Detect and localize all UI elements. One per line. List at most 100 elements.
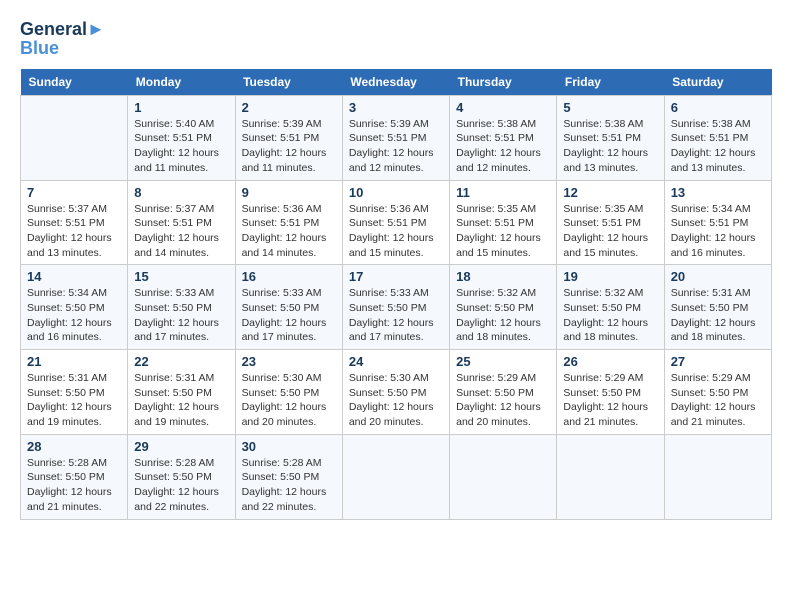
day-number: 21: [27, 354, 121, 369]
day-info: Sunrise: 5:34 AM Sunset: 5:51 PM Dayligh…: [671, 202, 765, 261]
day-number: 7: [27, 185, 121, 200]
day-number: 8: [134, 185, 228, 200]
logo-text: General►: [20, 20, 105, 40]
calendar-cell: [450, 434, 557, 519]
day-info: Sunrise: 5:30 AM Sunset: 5:50 PM Dayligh…: [242, 371, 336, 430]
day-info: Sunrise: 5:30 AM Sunset: 5:50 PM Dayligh…: [349, 371, 443, 430]
day-info: Sunrise: 5:38 AM Sunset: 5:51 PM Dayligh…: [671, 117, 765, 176]
calendar-cell: 24 Sunrise: 5:30 AM Sunset: 5:50 PM Dayli…: [342, 350, 449, 435]
calendar-cell: 7Sunrise: 5:37 AM Sunset: 5:51 PM Daylig…: [21, 180, 128, 265]
calendar-cell: 5 Sunrise: 5:38 AM Sunset: 5:51 PM Daylig…: [557, 95, 664, 180]
day-info: Sunrise: 5:28 AM Sunset: 5:50 PM Dayligh…: [134, 456, 228, 515]
day-info: Sunrise: 5:28 AM Sunset: 5:50 PM Dayligh…: [27, 456, 121, 515]
day-info: Sunrise: 5:35 AM Sunset: 5:51 PM Dayligh…: [563, 202, 657, 261]
day-number: 2: [242, 100, 336, 115]
day-info: Sunrise: 5:29 AM Sunset: 5:50 PM Dayligh…: [671, 371, 765, 430]
calendar-cell: 1 Sunrise: 5:40 AM Sunset: 5:51 PM Daylig…: [128, 95, 235, 180]
calendar-header-friday: Friday: [557, 69, 664, 96]
calendar-cell: 26Sunrise: 5:29 AM Sunset: 5:50 PM Dayli…: [557, 350, 664, 435]
calendar-header-row: SundayMondayTuesdayWednesdayThursdayFrid…: [21, 69, 772, 96]
day-number: 5: [563, 100, 657, 115]
day-info: Sunrise: 5:38 AM Sunset: 5:51 PM Dayligh…: [456, 117, 550, 176]
day-number: 24: [349, 354, 443, 369]
calendar-cell: 23Sunrise: 5:30 AM Sunset: 5:50 PM Dayli…: [235, 350, 342, 435]
day-number: 16: [242, 269, 336, 284]
day-number: 19: [563, 269, 657, 284]
calendar-cell: 30 Sunrise: 5:28 AM Sunset: 5:50 PM Dayli…: [235, 434, 342, 519]
calendar-week-row: 14Sunrise: 5:34 AM Sunset: 5:50 PM Dayli…: [21, 265, 772, 350]
calendar-cell: 12 Sunrise: 5:35 AM Sunset: 5:51 PM Dayli…: [557, 180, 664, 265]
logo-blue: Blue: [20, 38, 105, 59]
calendar-cell: 9 Sunrise: 5:36 AM Sunset: 5:51 PM Daylig…: [235, 180, 342, 265]
calendar-cell: 25Sunrise: 5:29 AM Sunset: 5:50 PM Dayli…: [450, 350, 557, 435]
calendar-cell: 4Sunrise: 5:38 AM Sunset: 5:51 PM Daylig…: [450, 95, 557, 180]
calendar-cell: 19 Sunrise: 5:32 AM Sunset: 5:50 PM Dayli…: [557, 265, 664, 350]
day-info: Sunrise: 5:39 AM Sunset: 5:51 PM Dayligh…: [349, 117, 443, 176]
day-number: 10: [349, 185, 443, 200]
day-info: Sunrise: 5:31 AM Sunset: 5:50 PM Dayligh…: [134, 371, 228, 430]
day-info: Sunrise: 5:35 AM Sunset: 5:51 PM Dayligh…: [456, 202, 550, 261]
day-info: Sunrise: 5:33 AM Sunset: 5:50 PM Dayligh…: [349, 286, 443, 345]
calendar-week-row: 7 Sunrise: 5:37 AM Sunset: 5:51 PM Daylig…: [21, 180, 772, 265]
calendar-cell: 10 Sunrise: 5:36 AM Sunset: 5:51 PM Dayli…: [342, 180, 449, 265]
calendar-cell: 18 Sunrise: 5:32 AM Sunset: 5:50 PM Dayli…: [450, 265, 557, 350]
day-info: Sunrise: 5:37 AM Sunset: 5:51 PM Dayligh…: [134, 202, 228, 261]
day-info: Sunrise: 5:32 AM Sunset: 5:50 PM Dayligh…: [456, 286, 550, 345]
day-number: 22: [134, 354, 228, 369]
day-number: 28: [27, 439, 121, 454]
calendar-cell: 11Sunrise: 5:35 AM Sunset: 5:51 PM Dayli…: [450, 180, 557, 265]
calendar-cell: [21, 95, 128, 180]
day-number: 27: [671, 354, 765, 369]
calendar-cell: 29 Sunrise: 5:28 AM Sunset: 5:50 PM Dayli…: [128, 434, 235, 519]
calendar-header-wednesday: Wednesday: [342, 69, 449, 96]
day-number: 25: [456, 354, 550, 369]
calendar-header-sunday: Sunday: [21, 69, 128, 96]
day-info: Sunrise: 5:36 AM Sunset: 5:51 PM Dayligh…: [349, 202, 443, 261]
day-info: Sunrise: 5:38 AM Sunset: 5:51 PM Dayligh…: [563, 117, 657, 176]
day-number: 15: [134, 269, 228, 284]
calendar-cell: 8 Sunrise: 5:37 AM Sunset: 5:51 PM Daylig…: [128, 180, 235, 265]
day-number: 18: [456, 269, 550, 284]
day-number: 12: [563, 185, 657, 200]
calendar-cell: 17 Sunrise: 5:33 AM Sunset: 5:50 PM Dayli…: [342, 265, 449, 350]
day-info: Sunrise: 5:31 AM Sunset: 5:50 PM Dayligh…: [671, 286, 765, 345]
day-number: 3: [349, 100, 443, 115]
calendar-cell: 27 Sunrise: 5:29 AM Sunset: 5:50 PM Dayli…: [664, 350, 771, 435]
day-info: Sunrise: 5:32 AM Sunset: 5:50 PM Dayligh…: [563, 286, 657, 345]
calendar-week-row: 1 Sunrise: 5:40 AM Sunset: 5:51 PM Daylig…: [21, 95, 772, 180]
day-number: 9: [242, 185, 336, 200]
day-info: Sunrise: 5:33 AM Sunset: 5:50 PM Dayligh…: [134, 286, 228, 345]
calendar-cell: [664, 434, 771, 519]
page-header: General► Blue: [20, 20, 772, 59]
calendar-header-thursday: Thursday: [450, 69, 557, 96]
calendar-header-monday: Monday: [128, 69, 235, 96]
day-number: 29: [134, 439, 228, 454]
day-info: Sunrise: 5:29 AM Sunset: 5:50 PM Dayligh…: [563, 371, 657, 430]
day-info: Sunrise: 5:28 AM Sunset: 5:50 PM Dayligh…: [242, 456, 336, 515]
calendar-cell: 21 Sunrise: 5:31 AM Sunset: 5:50 PM Dayli…: [21, 350, 128, 435]
day-info: Sunrise: 5:31 AM Sunset: 5:50 PM Dayligh…: [27, 371, 121, 430]
calendar-header-tuesday: Tuesday: [235, 69, 342, 96]
day-info: Sunrise: 5:36 AM Sunset: 5:51 PM Dayligh…: [242, 202, 336, 261]
day-number: 14: [27, 269, 121, 284]
day-number: 6: [671, 100, 765, 115]
calendar-cell: 28 Sunrise: 5:28 AM Sunset: 5:50 PM Dayli…: [21, 434, 128, 519]
day-info: Sunrise: 5:33 AM Sunset: 5:50 PM Dayligh…: [242, 286, 336, 345]
logo: General► Blue: [20, 20, 105, 59]
calendar-body: 1 Sunrise: 5:40 AM Sunset: 5:51 PM Daylig…: [21, 95, 772, 519]
calendar-cell: 6 Sunrise: 5:38 AM Sunset: 5:51 PM Daylig…: [664, 95, 771, 180]
day-number: 1: [134, 100, 228, 115]
calendar-cell: [557, 434, 664, 519]
day-number: 13: [671, 185, 765, 200]
day-number: 30: [242, 439, 336, 454]
calendar-cell: 22 Sunrise: 5:31 AM Sunset: 5:50 PM Dayli…: [128, 350, 235, 435]
day-info: Sunrise: 5:39 AM Sunset: 5:51 PM Dayligh…: [242, 117, 336, 176]
day-info: Sunrise: 5:40 AM Sunset: 5:51 PM Dayligh…: [134, 117, 228, 176]
calendar-week-row: 21 Sunrise: 5:31 AM Sunset: 5:50 PM Dayli…: [21, 350, 772, 435]
calendar-cell: 15 Sunrise: 5:33 AM Sunset: 5:50 PM Dayli…: [128, 265, 235, 350]
calendar-cell: 14Sunrise: 5:34 AM Sunset: 5:50 PM Dayli…: [21, 265, 128, 350]
day-number: 20: [671, 269, 765, 284]
calendar-cell: [342, 434, 449, 519]
calendar-cell: 20 Sunrise: 5:31 AM Sunset: 5:50 PM Dayli…: [664, 265, 771, 350]
day-number: 17: [349, 269, 443, 284]
